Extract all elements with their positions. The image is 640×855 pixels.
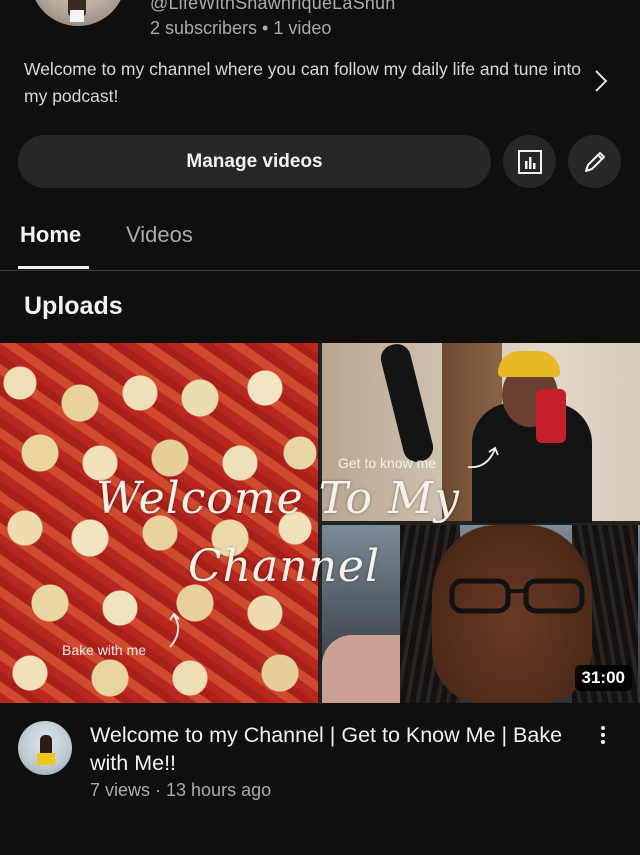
thumbnail-title-line2: Channel <box>188 541 381 592</box>
active-tab-indicator <box>18 266 89 269</box>
avatar-figure-shorts <box>37 753 55 765</box>
video-title[interactable]: Welcome to my Channel | Get to Know Me |… <box>90 721 580 777</box>
tab-home[interactable]: Home <box>20 222 81 248</box>
panel-cap <box>498 351 560 377</box>
thumbnail-note-get-to-know: Get to know me <box>338 455 437 471</box>
thumbnail-note-bake: Bake with me <box>62 642 147 658</box>
video-channel-avatar[interactable] <box>18 721 72 775</box>
avatar-figure-shorts <box>70 10 84 22</box>
manage-videos-button[interactable]: Manage videos <box>18 135 491 188</box>
channel-handle: @LifeWithShawnriqueLaShun <box>150 0 396 13</box>
panel-phone <box>536 389 566 443</box>
video-meta: 7 views · 13 hours ago <box>90 780 272 800</box>
channel-tabs: Home Videos <box>0 205 640 271</box>
video-thumbnail[interactable]: Welcome To My Channel Get to know me Bak… <box>0 343 640 703</box>
curved-arrow-icon <box>467 446 499 469</box>
section-title: Uploads <box>24 292 123 320</box>
chevron-right-icon[interactable] <box>592 68 610 94</box>
tab-videos[interactable]: Videos <box>126 222 193 248</box>
edit-pencil-icon <box>584 151 605 172</box>
video-duration-badge: 31:00 <box>574 665 632 691</box>
more-options-icon[interactable] <box>594 724 612 746</box>
channel-stats: 2 subscribers • 1 video <box>150 18 332 38</box>
panel-arm <box>377 343 437 465</box>
thumbnail-title-line1: Welcome To My <box>96 473 460 524</box>
glasses-graphic <box>449 578 585 614</box>
analytics-icon <box>517 149 542 174</box>
edit-channel-button[interactable] <box>568 135 621 188</box>
channel-description[interactable]: Welcome to my channel where you can foll… <box>24 56 584 110</box>
curved-arrow-icon <box>169 612 180 648</box>
analytics-button[interactable] <box>503 135 556 188</box>
channel-avatar[interactable] <box>30 0 126 26</box>
